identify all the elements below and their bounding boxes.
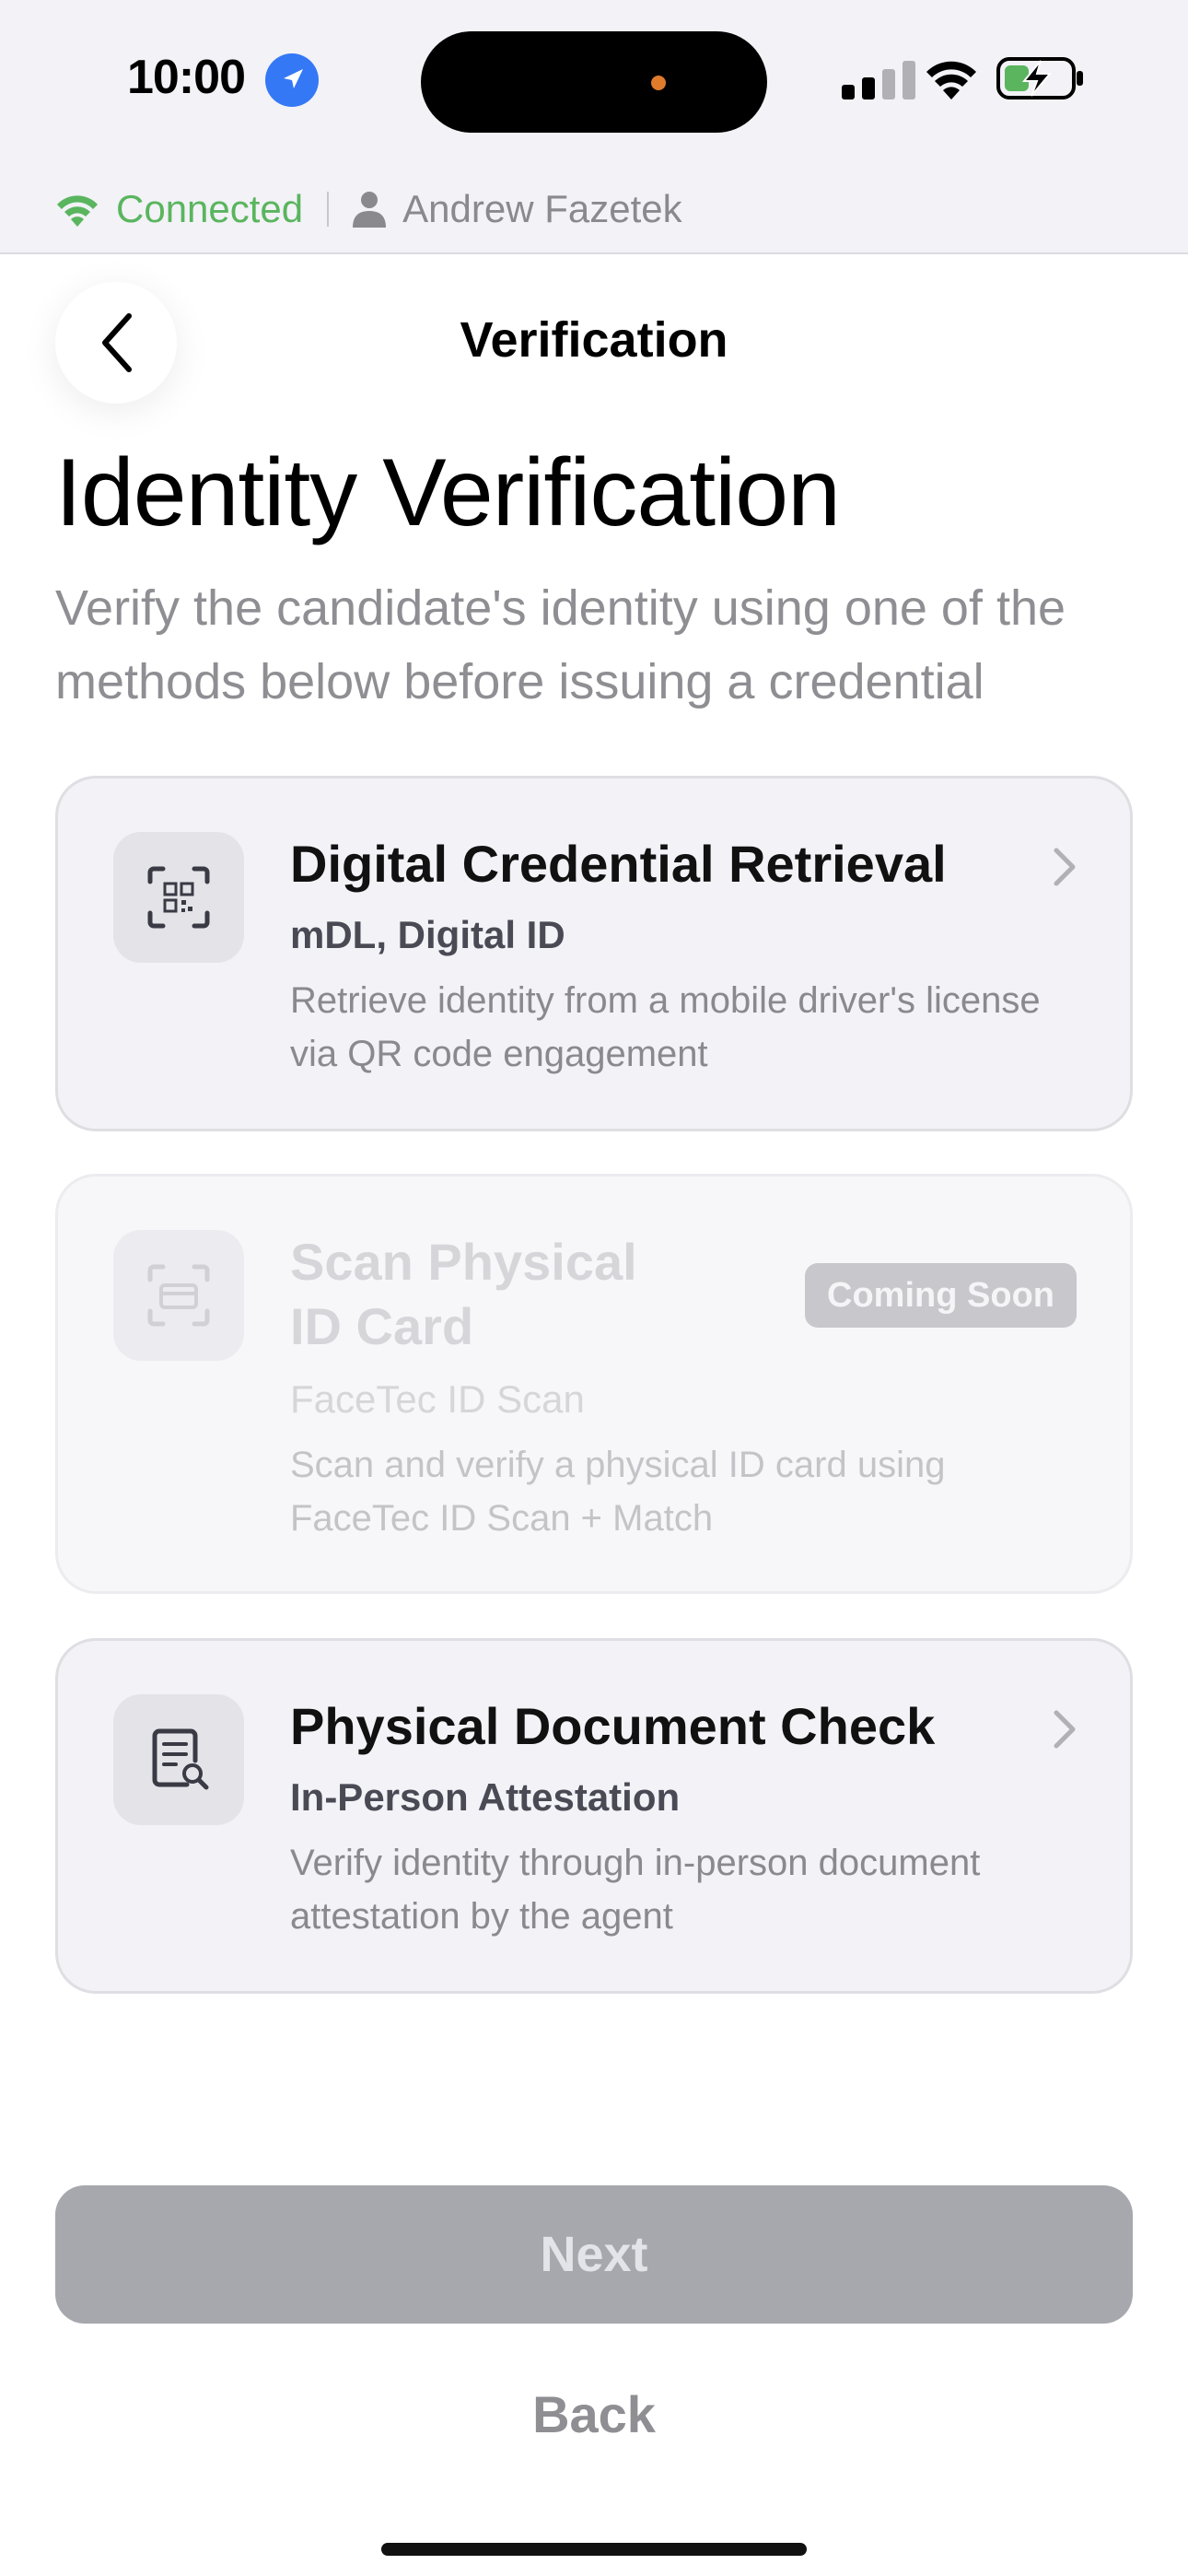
method-title: Digital Credential Retrieval [290, 835, 947, 893]
method-card-scan-id: Scan Physical ID Card FaceTec ID Scan Sc… [55, 1174, 1133, 1594]
next-button[interactable]: Next [55, 2185, 1133, 2324]
page-subtitle: Verify the candidate's identity using on… [55, 580, 1066, 709]
dynamic-island [421, 31, 767, 133]
connection-row: Connected Andrew Fazetek [55, 184, 682, 234]
method-subtitle: FaceTec ID Scan [290, 1377, 585, 1421]
method-description: Scan and verify a physical ID card using… [290, 1445, 946, 1539]
divider [327, 192, 330, 227]
header-title: Verification [460, 312, 728, 368]
connected-wifi-icon [57, 195, 98, 227]
wifi-icon [926, 61, 976, 100]
location-arrow-icon [265, 53, 319, 107]
method-subtitle: mDL, Digital ID [290, 913, 565, 956]
battery-charging-icon [996, 57, 1083, 100]
user-name: Andrew Fazetek [402, 187, 682, 230]
coming-soon-badge: Coming Soon [805, 1263, 1077, 1328]
method-description: Retrieve identity from a mobile driver's… [290, 980, 1041, 1074]
method-title: Physical Document Check [290, 1697, 936, 1755]
method-card-physical-document[interactable]: Physical Document Check In-Person Attest… [55, 1638, 1133, 1994]
page-title: Identity Verification [55, 439, 841, 546]
status-time: 10:00 [127, 51, 246, 104]
id-card-scan-icon [113, 1230, 244, 1361]
qr-scan-icon [113, 832, 244, 963]
status-bar: 10:00 Connected Andrew Fazetek [0, 0, 1188, 254]
back-text-button[interactable]: Back [0, 2384, 1188, 2444]
cellular-signal-icon [842, 61, 915, 100]
method-card-digital-credential[interactable]: Digital Credential Retrieval mDL, Digita… [55, 776, 1133, 1131]
document-search-icon [113, 1694, 244, 1825]
person-icon [353, 192, 387, 228]
chevron-right-icon [1054, 1710, 1076, 1749]
method-title-line-1: Scan Physical [290, 1233, 637, 1291]
home-indicator [381, 2543, 807, 2556]
connection-status: Connected [116, 187, 304, 230]
method-subtitle: In-Person Attestation [290, 1775, 681, 1819]
method-description: Verify identity through in-person docume… [290, 1843, 981, 1937]
chevron-right-icon [1054, 848, 1076, 886]
method-title-line-2: ID Card [290, 1297, 474, 1355]
